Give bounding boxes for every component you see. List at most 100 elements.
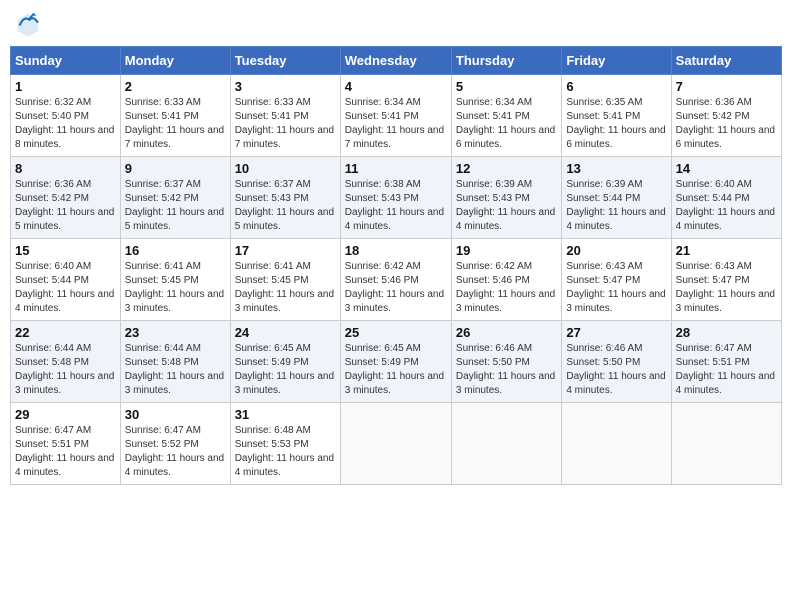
day-number: 15 [15, 243, 116, 258]
calendar-cell: 19 Sunrise: 6:42 AM Sunset: 5:46 PM Dayl… [451, 239, 561, 321]
day-info: Sunrise: 6:41 AM Sunset: 5:45 PM Dayligh… [235, 260, 336, 316]
day-info: Sunrise: 6:32 AM Sunset: 5:40 PM Dayligh… [15, 96, 116, 152]
day-number: 17 [235, 243, 336, 258]
day-info: Sunrise: 6:39 AM Sunset: 5:44 PM Dayligh… [566, 178, 666, 234]
day-number: 6 [566, 79, 666, 94]
calendar-cell [340, 403, 451, 485]
day-number: 5 [456, 79, 557, 94]
day-info: Sunrise: 6:38 AM Sunset: 5:43 PM Dayligh… [345, 178, 447, 234]
calendar-cell: 2 Sunrise: 6:33 AM Sunset: 5:41 PM Dayli… [120, 75, 230, 157]
column-header-tuesday: Tuesday [230, 47, 340, 75]
day-number: 10 [235, 161, 336, 176]
column-header-sunday: Sunday [11, 47, 121, 75]
calendar-cell: 23 Sunrise: 6:44 AM Sunset: 5:48 PM Dayl… [120, 321, 230, 403]
column-header-saturday: Saturday [671, 47, 781, 75]
calendar-week-row: 1 Sunrise: 6:32 AM Sunset: 5:40 PM Dayli… [11, 75, 782, 157]
calendar-header-row: SundayMondayTuesdayWednesdayThursdayFrid… [11, 47, 782, 75]
calendar-cell: 12 Sunrise: 6:39 AM Sunset: 5:43 PM Dayl… [451, 157, 561, 239]
calendar-cell: 13 Sunrise: 6:39 AM Sunset: 5:44 PM Dayl… [562, 157, 671, 239]
calendar-cell: 7 Sunrise: 6:36 AM Sunset: 5:42 PM Dayli… [671, 75, 781, 157]
calendar-cell: 11 Sunrise: 6:38 AM Sunset: 5:43 PM Dayl… [340, 157, 451, 239]
day-number: 26 [456, 325, 557, 340]
calendar-cell [451, 403, 561, 485]
day-number: 9 [125, 161, 226, 176]
calendar-cell: 17 Sunrise: 6:41 AM Sunset: 5:45 PM Dayl… [230, 239, 340, 321]
day-info: Sunrise: 6:35 AM Sunset: 5:41 PM Dayligh… [566, 96, 666, 152]
day-number: 21 [676, 243, 777, 258]
day-info: Sunrise: 6:46 AM Sunset: 5:50 PM Dayligh… [566, 342, 666, 398]
day-info: Sunrise: 6:43 AM Sunset: 5:47 PM Dayligh… [676, 260, 777, 316]
day-number: 30 [125, 407, 226, 422]
day-info: Sunrise: 6:36 AM Sunset: 5:42 PM Dayligh… [15, 178, 116, 234]
day-info: Sunrise: 6:47 AM Sunset: 5:51 PM Dayligh… [676, 342, 777, 398]
calendar-cell: 22 Sunrise: 6:44 AM Sunset: 5:48 PM Dayl… [11, 321, 121, 403]
column-header-wednesday: Wednesday [340, 47, 451, 75]
calendar-cell: 1 Sunrise: 6:32 AM Sunset: 5:40 PM Dayli… [11, 75, 121, 157]
logo [14, 10, 46, 38]
day-number: 29 [15, 407, 116, 422]
calendar-cell: 24 Sunrise: 6:45 AM Sunset: 5:49 PM Dayl… [230, 321, 340, 403]
column-header-thursday: Thursday [451, 47, 561, 75]
day-number: 27 [566, 325, 666, 340]
calendar-cell: 15 Sunrise: 6:40 AM Sunset: 5:44 PM Dayl… [11, 239, 121, 321]
day-number: 19 [456, 243, 557, 258]
day-info: Sunrise: 6:40 AM Sunset: 5:44 PM Dayligh… [15, 260, 116, 316]
day-number: 22 [15, 325, 116, 340]
day-number: 31 [235, 407, 336, 422]
page-header [10, 10, 782, 38]
calendar-cell: 25 Sunrise: 6:45 AM Sunset: 5:49 PM Dayl… [340, 321, 451, 403]
day-info: Sunrise: 6:48 AM Sunset: 5:53 PM Dayligh… [235, 424, 336, 480]
day-number: 2 [125, 79, 226, 94]
day-number: 8 [15, 161, 116, 176]
calendar-cell: 27 Sunrise: 6:46 AM Sunset: 5:50 PM Dayl… [562, 321, 671, 403]
calendar-cell: 5 Sunrise: 6:34 AM Sunset: 5:41 PM Dayli… [451, 75, 561, 157]
calendar-cell: 6 Sunrise: 6:35 AM Sunset: 5:41 PM Dayli… [562, 75, 671, 157]
day-number: 18 [345, 243, 447, 258]
calendar-cell: 26 Sunrise: 6:46 AM Sunset: 5:50 PM Dayl… [451, 321, 561, 403]
day-number: 28 [676, 325, 777, 340]
calendar-cell: 9 Sunrise: 6:37 AM Sunset: 5:42 PM Dayli… [120, 157, 230, 239]
day-info: Sunrise: 6:44 AM Sunset: 5:48 PM Dayligh… [15, 342, 116, 398]
day-info: Sunrise: 6:42 AM Sunset: 5:46 PM Dayligh… [456, 260, 557, 316]
day-info: Sunrise: 6:34 AM Sunset: 5:41 PM Dayligh… [456, 96, 557, 152]
day-info: Sunrise: 6:37 AM Sunset: 5:42 PM Dayligh… [125, 178, 226, 234]
calendar-cell: 30 Sunrise: 6:47 AM Sunset: 5:52 PM Dayl… [120, 403, 230, 485]
calendar-cell: 14 Sunrise: 6:40 AM Sunset: 5:44 PM Dayl… [671, 157, 781, 239]
day-info: Sunrise: 6:45 AM Sunset: 5:49 PM Dayligh… [235, 342, 336, 398]
day-info: Sunrise: 6:39 AM Sunset: 5:43 PM Dayligh… [456, 178, 557, 234]
day-number: 14 [676, 161, 777, 176]
day-number: 16 [125, 243, 226, 258]
day-number: 24 [235, 325, 336, 340]
day-number: 3 [235, 79, 336, 94]
day-info: Sunrise: 6:44 AM Sunset: 5:48 PM Dayligh… [125, 342, 226, 398]
calendar-week-row: 29 Sunrise: 6:47 AM Sunset: 5:51 PM Dayl… [11, 403, 782, 485]
calendar-cell: 16 Sunrise: 6:41 AM Sunset: 5:45 PM Dayl… [120, 239, 230, 321]
day-info: Sunrise: 6:41 AM Sunset: 5:45 PM Dayligh… [125, 260, 226, 316]
day-info: Sunrise: 6:47 AM Sunset: 5:52 PM Dayligh… [125, 424, 226, 480]
column-header-monday: Monday [120, 47, 230, 75]
calendar-cell: 28 Sunrise: 6:47 AM Sunset: 5:51 PM Dayl… [671, 321, 781, 403]
day-info: Sunrise: 6:36 AM Sunset: 5:42 PM Dayligh… [676, 96, 777, 152]
day-number: 23 [125, 325, 226, 340]
calendar-table: SundayMondayTuesdayWednesdayThursdayFrid… [10, 46, 782, 485]
day-info: Sunrise: 6:33 AM Sunset: 5:41 PM Dayligh… [125, 96, 226, 152]
day-info: Sunrise: 6:33 AM Sunset: 5:41 PM Dayligh… [235, 96, 336, 152]
calendar-cell: 20 Sunrise: 6:43 AM Sunset: 5:47 PM Dayl… [562, 239, 671, 321]
day-number: 25 [345, 325, 447, 340]
calendar-cell: 3 Sunrise: 6:33 AM Sunset: 5:41 PM Dayli… [230, 75, 340, 157]
calendar-week-row: 8 Sunrise: 6:36 AM Sunset: 5:42 PM Dayli… [11, 157, 782, 239]
day-number: 20 [566, 243, 666, 258]
day-number: 1 [15, 79, 116, 94]
day-number: 7 [676, 79, 777, 94]
calendar-cell [562, 403, 671, 485]
calendar-cell: 10 Sunrise: 6:37 AM Sunset: 5:43 PM Dayl… [230, 157, 340, 239]
day-info: Sunrise: 6:40 AM Sunset: 5:44 PM Dayligh… [676, 178, 777, 234]
calendar-cell [671, 403, 781, 485]
day-number: 13 [566, 161, 666, 176]
calendar-cell: 8 Sunrise: 6:36 AM Sunset: 5:42 PM Dayli… [11, 157, 121, 239]
day-info: Sunrise: 6:43 AM Sunset: 5:47 PM Dayligh… [566, 260, 666, 316]
column-header-friday: Friday [562, 47, 671, 75]
logo-icon [14, 10, 42, 38]
calendar-cell: 4 Sunrise: 6:34 AM Sunset: 5:41 PM Dayli… [340, 75, 451, 157]
day-info: Sunrise: 6:47 AM Sunset: 5:51 PM Dayligh… [15, 424, 116, 480]
